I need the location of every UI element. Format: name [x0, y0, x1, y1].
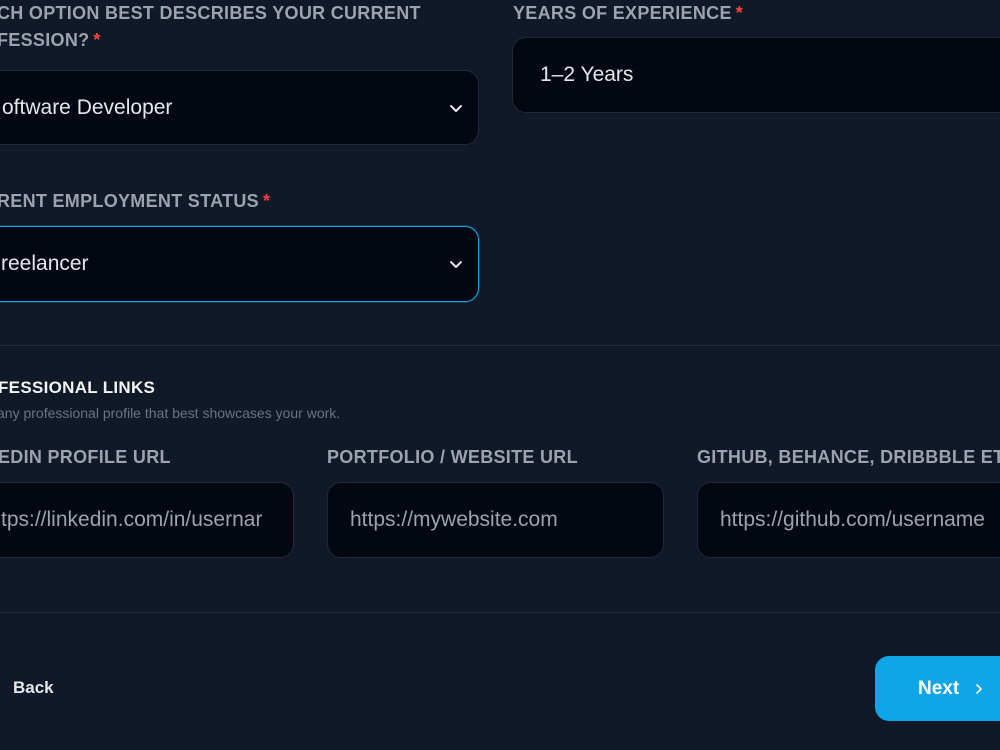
section-divider [0, 345, 1000, 346]
portfolio-input[interactable]: https://mywebsite.com [327, 482, 664, 558]
next-button[interactable]: Next [875, 656, 1000, 721]
experience-field-value: 1–2 Years [540, 63, 634, 86]
experience-label-text: YEARS OF EXPERIENCE [513, 3, 732, 23]
back-button-label: Back [13, 678, 54, 697]
chevron-right-icon [976, 683, 982, 694]
github-input-placeholder: https://github.com/username [720, 508, 985, 531]
required-mark: * [262, 191, 271, 211]
links-section-title: FESSIONAL LINKS [0, 378, 156, 397]
portfolio-input-placeholder: https://mywebsite.com [350, 508, 558, 531]
experience-field[interactable]: 1–2 Years [512, 37, 1000, 113]
employment-select[interactable]: reelancer [0, 226, 479, 302]
chevron-down-icon [450, 104, 462, 112]
next-button-label: Next [918, 677, 960, 699]
links-section-subtitle: any professional profile that best showc… [0, 405, 341, 421]
profession-select-value: oftware Developer [2, 95, 173, 119]
employment-label-text: RENT EMPLOYMENT STATUS [0, 191, 259, 211]
linkedin-input-placeholder: tps://linkedin.com/in/usernar [1, 508, 263, 531]
portfolio-label: PORTFOLIO / WEBSITE URL [327, 447, 578, 467]
chevron-down-icon [450, 261, 462, 268]
back-button[interactable]: Back [0, 664, 67, 712]
experience-label: YEARS OF EXPERIENCE * [513, 0, 743, 27]
employment-label: RENT EMPLOYMENT STATUS * [0, 188, 270, 215]
employment-select-value: reelancer [1, 252, 89, 275]
profession-label-line2: FESSION? [0, 30, 90, 50]
required-mark: * [93, 30, 101, 50]
profession-select[interactable]: oftware Developer [0, 70, 479, 145]
required-mark: * [735, 3, 744, 23]
profession-label: CH OPTION BEST DESCRIBES YOUR CURRENT FE… [0, 0, 421, 54]
github-input[interactable]: https://github.com/username [697, 482, 1000, 558]
footer-divider [0, 612, 1000, 613]
onboarding-form: CH OPTION BEST DESCRIBES YOUR CURRENT FE… [0, 0, 1000, 750]
github-label: GITHUB, BEHANCE, DRIBBBLE ETC [697, 447, 1000, 467]
profession-label-line1: CH OPTION BEST DESCRIBES YOUR CURRENT [0, 3, 421, 23]
linkedin-input[interactable]: tps://linkedin.com/in/usernar [0, 482, 294, 558]
linkedin-label: EDIN PROFILE URL [0, 447, 171, 467]
